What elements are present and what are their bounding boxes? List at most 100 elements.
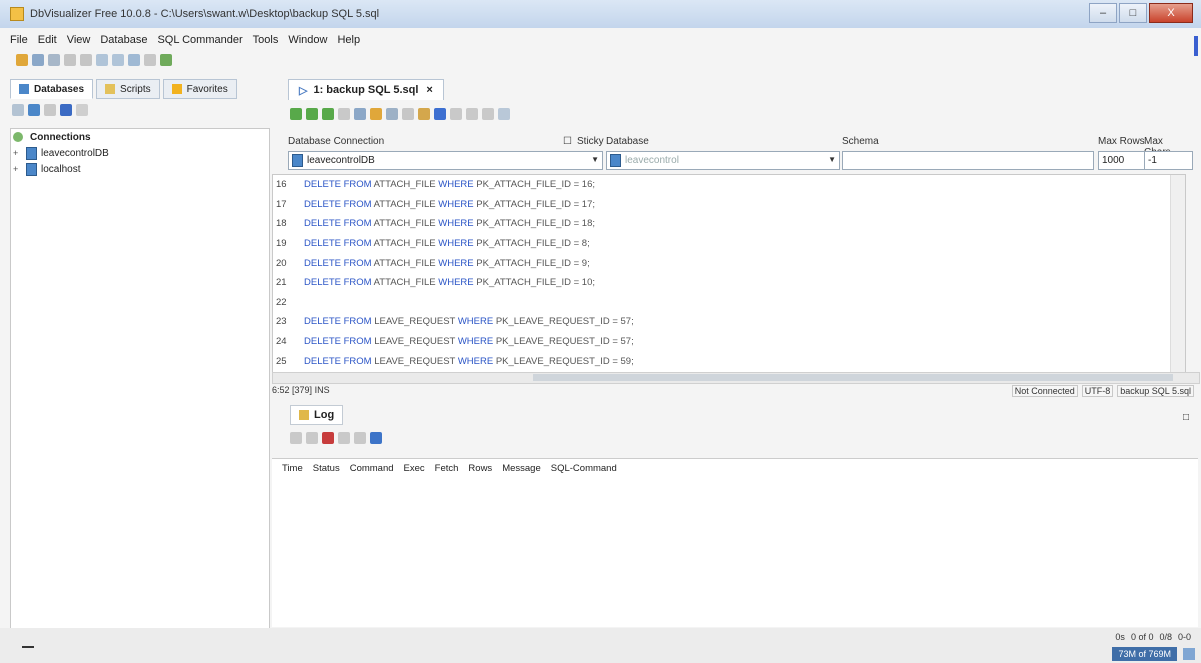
disconnect-all-icon[interactable] <box>60 104 72 116</box>
schema-select[interactable] <box>842 151 1094 170</box>
tree-item[interactable]: + localhost <box>11 161 269 177</box>
refresh-icon[interactable] <box>76 104 88 116</box>
menu-view[interactable]: View <box>67 34 91 46</box>
filter-icon[interactable] <box>44 104 56 116</box>
tree-item[interactable]: + leavecontrolDB <box>11 145 269 161</box>
open-icon[interactable] <box>370 108 382 120</box>
garbage-collect-icon[interactable] <box>1183 648 1195 660</box>
filter-icon[interactable] <box>306 432 318 444</box>
connect-icon[interactable] <box>96 54 108 66</box>
new-connection-icon[interactable] <box>28 104 40 116</box>
editor-horizontal-scrollbar[interactable] <box>272 372 1200 384</box>
forward-icon[interactable] <box>80 54 92 66</box>
execute-icon[interactable] <box>290 108 302 120</box>
database-label: Database <box>606 136 649 147</box>
log-header[interactable]: Status <box>313 463 340 474</box>
cut-icon[interactable] <box>386 108 398 120</box>
menu-edit[interactable]: Edit <box>38 34 57 46</box>
export-icon[interactable] <box>370 432 382 444</box>
menu-sql-commander[interactable]: SQL Commander <box>157 34 242 46</box>
log-header[interactable]: Command <box>350 463 394 474</box>
condition: PK_ATTACH_FILE_ID = 16; <box>473 179 595 191</box>
table-name: ATTACH_FILE <box>371 179 439 191</box>
line-number: 19 <box>276 238 287 250</box>
comment-icon[interactable] <box>482 108 494 120</box>
grid-icon[interactable] <box>354 432 366 444</box>
previous-icon[interactable] <box>434 108 446 120</box>
connection-select-value: leavecontrolDB <box>307 155 375 166</box>
editor-tab[interactable]: ▷ 1: backup SQL 5.sql × <box>288 79 444 100</box>
log-header[interactable]: Fetch <box>435 463 459 474</box>
database-select[interactable]: leavecontrol ▼ <box>606 151 840 170</box>
condition: PK_ATTACH_FILE_ID = 10; <box>473 277 595 289</box>
keyword-delete: DELETE FROM <box>304 277 372 289</box>
copy-icon[interactable] <box>402 108 414 120</box>
keyword-where: WHERE <box>438 198 474 210</box>
back-icon[interactable] <box>64 54 76 66</box>
run-icon[interactable] <box>160 54 172 66</box>
menu-help[interactable]: Help <box>337 34 360 46</box>
collapse-icon[interactable] <box>12 104 24 116</box>
expand-icon[interactable]: + <box>13 164 21 174</box>
log-header[interactable]: SQL-Command <box>551 463 617 474</box>
keyword-where: WHERE <box>438 218 474 230</box>
history-icon[interactable] <box>498 108 510 120</box>
log-header[interactable]: Rows <box>468 463 492 474</box>
tab-databases[interactable]: Databases <box>10 79 94 99</box>
log-body <box>272 477 1198 627</box>
max-chars-value: -1 <box>1148 155 1157 166</box>
tree-root[interactable]: Connections <box>11 129 269 145</box>
maximize-button[interactable]: □ <box>1119 3 1147 23</box>
close-tab-icon[interactable]: × <box>426 84 432 96</box>
connections-icon <box>13 132 23 142</box>
editor-vertical-scrollbar[interactable] <box>1170 175 1185 373</box>
connection-select[interactable]: leavecontrolDB ▼ <box>288 151 603 170</box>
schema-label: Schema <box>842 136 879 147</box>
error-icon[interactable] <box>322 432 334 444</box>
text-icon[interactable] <box>338 432 350 444</box>
code-line: 20 DELETE FROM ATTACH_FILE WHERE PK_ATTAC… <box>273 253 1185 273</box>
line-number: 23 <box>276 316 287 328</box>
menu-file[interactable]: File <box>10 34 28 46</box>
menu-tools[interactable]: Tools <box>253 34 279 46</box>
close-button[interactable]: X <box>1149 3 1193 23</box>
keyword-where: WHERE <box>438 257 474 269</box>
sql-editor[interactable]: 16 DELETE FROM ATTACH_FILE WHERE PK_ATTAC… <box>272 174 1186 374</box>
settings-icon[interactable] <box>144 54 156 66</box>
execute-current-icon[interactable] <box>306 108 318 120</box>
max-rows-input[interactable]: 1000 <box>1098 151 1145 170</box>
bottom-info: 0s 0 of 0 0/8 0-0 <box>1109 632 1191 642</box>
minimize-panel-icon[interactable] <box>22 646 34 648</box>
clear-icon[interactable] <box>290 432 302 444</box>
log-header[interactable]: Exec <box>404 463 425 474</box>
maximize-panel-icon[interactable]: □ <box>1183 412 1189 423</box>
stop-icon[interactable] <box>338 108 350 120</box>
log-tab[interactable]: Log <box>290 405 344 425</box>
execute-buffer-icon[interactable] <box>322 108 334 120</box>
folder-icon[interactable] <box>16 54 28 66</box>
grid-icon[interactable] <box>128 54 140 66</box>
app-icon <box>10 7 24 21</box>
minimize-button[interactable]: – <box>1089 3 1117 23</box>
disconnect-icon[interactable] <box>112 54 124 66</box>
keyword-delete: DELETE FROM <box>304 316 372 328</box>
scroll-thumb[interactable] <box>533 374 1173 381</box>
tab-scripts[interactable]: Scripts <box>96 79 160 99</box>
save-all-icon[interactable] <box>48 54 60 66</box>
expand-icon[interactable]: + <box>13 148 21 158</box>
save-icon[interactable] <box>32 54 44 66</box>
menu-window[interactable]: Window <box>288 34 327 46</box>
menu-database[interactable]: Database <box>100 34 147 46</box>
tab-favorites[interactable]: Favorites <box>162 79 237 99</box>
paste-icon[interactable] <box>418 108 430 120</box>
save-icon[interactable] <box>354 108 366 120</box>
code-line: 21 DELETE FROM ATTACH_FILE WHERE PK_ATTAC… <box>273 273 1185 293</box>
max-chars-input[interactable]: -1 <box>1144 151 1193 170</box>
format-icon[interactable] <box>466 108 478 120</box>
next-icon[interactable] <box>450 108 462 120</box>
log-header[interactable]: Time <box>282 463 303 474</box>
connection-labels: Database Connection ☐ Sticky Database Sc… <box>288 136 1192 158</box>
sticky-checkbox[interactable]: ☐ <box>563 136 572 147</box>
keyword-where: WHERE <box>457 336 494 348</box>
log-header[interactable]: Message <box>502 463 541 474</box>
